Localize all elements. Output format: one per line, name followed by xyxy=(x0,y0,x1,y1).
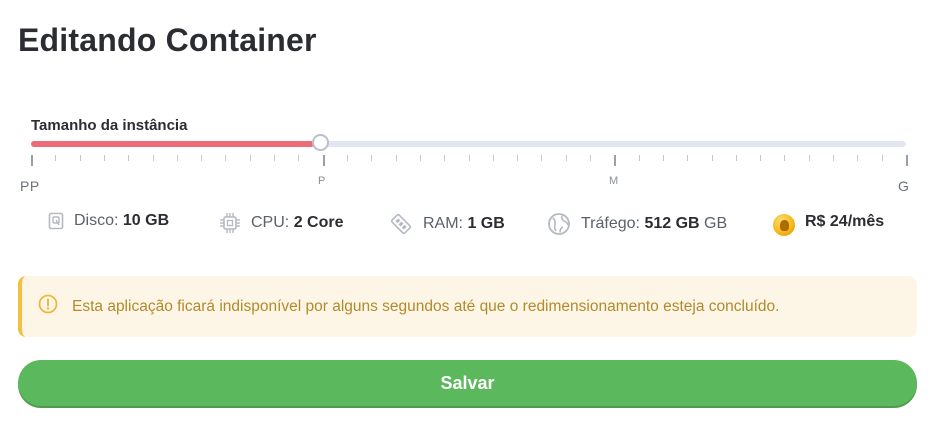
size-label-pp: PP xyxy=(20,178,40,194)
resize-warning-alert: Esta aplicação ficará indisponível por a… xyxy=(18,276,917,337)
slider-thumb[interactable] xyxy=(312,134,329,151)
traffic-unit: GB xyxy=(704,215,728,232)
slider-tick xyxy=(274,155,275,161)
spec-ram: RAM: 1 GB xyxy=(389,212,505,236)
spec-traffic: Tráfego: 512 GB GB xyxy=(547,212,727,236)
cpu-label: CPU: xyxy=(251,214,290,231)
page-title: Editando Container xyxy=(18,22,317,58)
traffic-label: Tráfego: xyxy=(581,215,640,232)
slider-major-tick xyxy=(614,155,616,166)
slider-tick xyxy=(712,155,713,161)
slider-tick xyxy=(469,155,470,161)
warning-icon xyxy=(38,294,58,319)
slider-tick xyxy=(80,155,81,161)
slider-tick xyxy=(784,155,785,161)
ram-label: RAM: xyxy=(423,215,463,232)
slider-tick xyxy=(371,155,372,161)
slider-tick xyxy=(250,155,251,161)
spec-price: R$ 24/mês xyxy=(773,213,885,236)
slider-tick xyxy=(809,155,810,161)
disk-label: Disco: xyxy=(74,212,119,229)
slider-tick xyxy=(55,155,56,161)
save-button[interactable]: Salvar xyxy=(18,360,917,406)
size-label-g: G xyxy=(898,178,910,194)
slider-tick xyxy=(298,155,299,161)
instance-size-slider[interactable] xyxy=(31,141,906,147)
disk-icon xyxy=(48,212,64,230)
ram-icon xyxy=(389,212,413,236)
slider-tick xyxy=(541,155,542,161)
slider-tick xyxy=(347,155,348,161)
cpu-icon xyxy=(219,212,241,234)
slider-tick xyxy=(493,155,494,161)
slider-tick xyxy=(153,155,154,161)
globe-icon xyxy=(547,212,571,236)
slider-tick xyxy=(639,155,640,161)
slider-tick xyxy=(882,155,883,161)
slider-tick xyxy=(104,155,105,161)
slider-tick xyxy=(225,155,226,161)
slider-tick xyxy=(590,155,591,161)
slider-tick xyxy=(736,155,737,161)
coin-icon xyxy=(773,214,795,236)
slider-tick xyxy=(833,155,834,161)
slider-tick xyxy=(201,155,202,161)
slider-tick xyxy=(687,155,688,161)
slider-ticks xyxy=(31,155,908,169)
slider-major-tick xyxy=(323,155,325,166)
slider-tick xyxy=(760,155,761,161)
slider-tick xyxy=(177,155,178,161)
slider-tick xyxy=(517,155,518,161)
slider-tick xyxy=(444,155,445,161)
instance-size-label: Tamanho da instância xyxy=(31,117,188,134)
slider-major-tick xyxy=(906,155,908,166)
slider-major-tick xyxy=(31,155,33,166)
size-label-p: P xyxy=(318,175,326,187)
ram-value: 1 GB xyxy=(467,215,505,232)
spec-disk: Disco: 10 GB xyxy=(48,212,169,230)
slider-tick xyxy=(420,155,421,161)
slider-tick xyxy=(663,155,664,161)
slider-tick xyxy=(396,155,397,161)
alert-message: Esta aplicação ficará indisponível por a… xyxy=(72,297,780,315)
slider-tick xyxy=(857,155,858,161)
disk-value: 10 GB xyxy=(122,212,170,229)
slider-fill xyxy=(31,141,314,147)
price-value: R$ 24/mês xyxy=(805,213,885,230)
traffic-value: 512 GB xyxy=(644,215,700,232)
slider-tick xyxy=(128,155,129,161)
instance-specs: Disco: 10 GB CPU: 2 Core RAM: 1 GB Tráfe… xyxy=(0,208,943,248)
spec-cpu: CPU: 2 Core xyxy=(219,212,343,234)
cpu-value: 2 Core xyxy=(293,214,344,231)
slider-tick xyxy=(566,155,567,161)
size-label-m: M xyxy=(609,175,619,187)
